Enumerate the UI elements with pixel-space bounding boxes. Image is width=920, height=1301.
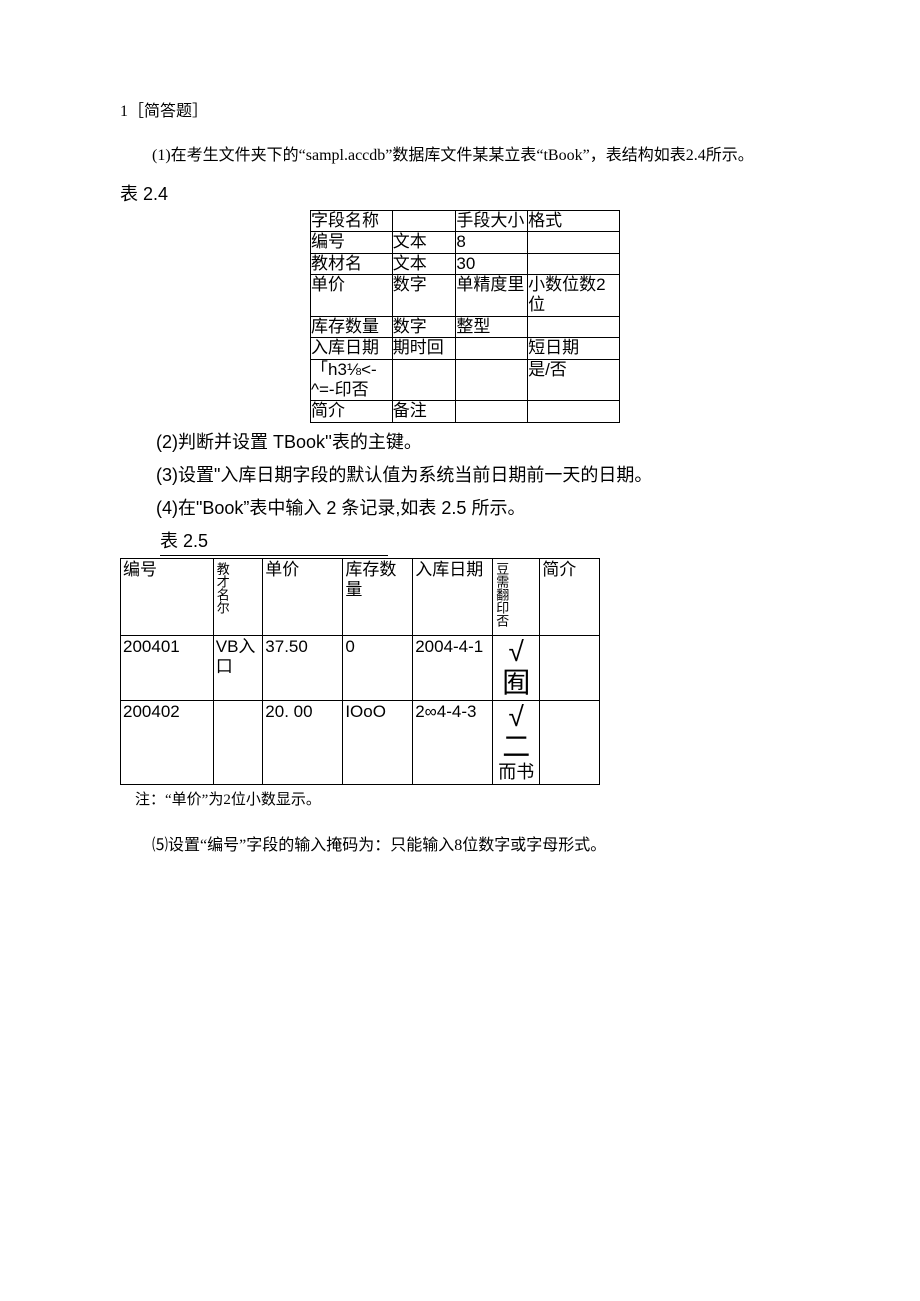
cell: 简介 (311, 401, 393, 422)
cell (540, 700, 600, 784)
table-2-4: 字段名称 手段大小 格式 编号 文本 8 教材名 文本 30 单价 数字 单精度… (310, 210, 620, 423)
cell (528, 232, 620, 253)
cell: IOoO (343, 700, 413, 784)
table-row: 200401 VB入口 37.50 0 2004-4-1 √ 囿 (121, 636, 600, 701)
cell: 简介 (540, 558, 600, 635)
table-row: 「h3⅛<-^=-印否 是/否 (311, 359, 620, 401)
cell: 0 (343, 636, 413, 701)
cell (528, 401, 620, 422)
cell: 豆需翻印否 (493, 558, 540, 635)
cell (392, 210, 456, 231)
cell: 2∞4-4-3 (413, 700, 493, 784)
cell: 单精度里 (456, 274, 528, 316)
paragraph-2: (2)判断并设置 TBook''表的主键。 (120, 429, 800, 456)
cell (456, 359, 528, 401)
cell (540, 636, 600, 701)
cell: 37.50 (263, 636, 343, 701)
question-header: 1［简答题］ (120, 100, 800, 124)
cell: 手段大小 (456, 210, 528, 231)
table-row: 字段名称 手段大小 格式 (311, 210, 620, 231)
cell (528, 253, 620, 274)
cell: 字段名称 (311, 210, 393, 231)
paragraph-1: (1)在考生文件夹下的“sampl.accdb”数据库文件某某立表“tBook”… (120, 142, 800, 171)
table-2-4-label: 表 2.4 (120, 181, 800, 208)
cell: 教才名尔 (213, 558, 263, 635)
cell: 单价 (263, 558, 343, 635)
cell: 数字 (392, 274, 456, 316)
cell: 库存数量 (311, 316, 393, 337)
cell: 备注 (392, 401, 456, 422)
cell: 8 (456, 232, 528, 253)
table-2-5: 编号 教才名尔 单价 库存数量 入库日期 豆需翻印否 简介 200401 VB入… (120, 558, 600, 785)
table-2-5-label: 表 2.5 (160, 528, 388, 556)
cell: 是/否 (528, 359, 620, 401)
cell: 20. 00 (263, 700, 343, 784)
table-row: 入库日期 期时回 短日期 (311, 338, 620, 359)
cell: 文本 (392, 253, 456, 274)
cell: VB入口 (213, 636, 263, 701)
table-row: 单价 数字 单精度里 小数位数2位 (311, 274, 620, 316)
cell: √二 而书 (493, 700, 540, 784)
cell (456, 338, 528, 359)
table-row: 库存数量 数字 整型 (311, 316, 620, 337)
cell: 教材名 (311, 253, 393, 274)
cell: 格式 (528, 210, 620, 231)
cell (392, 359, 456, 401)
cell: 库存数量 (343, 558, 413, 635)
cell: 编号 (121, 558, 214, 635)
cell (213, 700, 263, 784)
cell: 期时回 (392, 338, 456, 359)
cell: 30 (456, 253, 528, 274)
cell: 「h3⅛<-^=-印否 (311, 359, 393, 401)
cell (456, 401, 528, 422)
cell: 200402 (121, 700, 214, 784)
table-row: 编号 文本 8 (311, 232, 620, 253)
cell (528, 316, 620, 337)
cell: 短日期 (528, 338, 620, 359)
table-note: 注：“单价”为2位小数显示。 (120, 789, 800, 812)
table-row: 编号 教才名尔 单价 库存数量 入库日期 豆需翻印否 简介 (121, 558, 600, 635)
paragraph-4: (4)在"Book”表中输入 2 条记录,如表 2.5 所示。 (120, 495, 800, 522)
cell: √ 囿 (493, 636, 540, 701)
table-row: 教材名 文本 30 (311, 253, 620, 274)
cell: 2004-4-1 (413, 636, 493, 701)
cell: 200401 (121, 636, 214, 701)
table-row: 简介 备注 (311, 401, 620, 422)
cell: 数字 (392, 316, 456, 337)
cell: 文本 (392, 232, 456, 253)
cell: 入库日期 (311, 338, 393, 359)
cell: 小数位数2位 (528, 274, 620, 316)
cell: 入库日期 (413, 558, 493, 635)
cell: 整型 (456, 316, 528, 337)
paragraph-5: ⑸设置“编号”字段的输入掩码为：只能输入8位数字或字母形式。 (120, 832, 800, 861)
cell: 编号 (311, 232, 393, 253)
table-row: 200402 20. 00 IOoO 2∞4-4-3 √二 而书 (121, 700, 600, 784)
cell: 单价 (311, 274, 393, 316)
paragraph-3: (3)设置"入库日期字段的默认值为系统当前日期前一天的日期。 (120, 462, 800, 489)
